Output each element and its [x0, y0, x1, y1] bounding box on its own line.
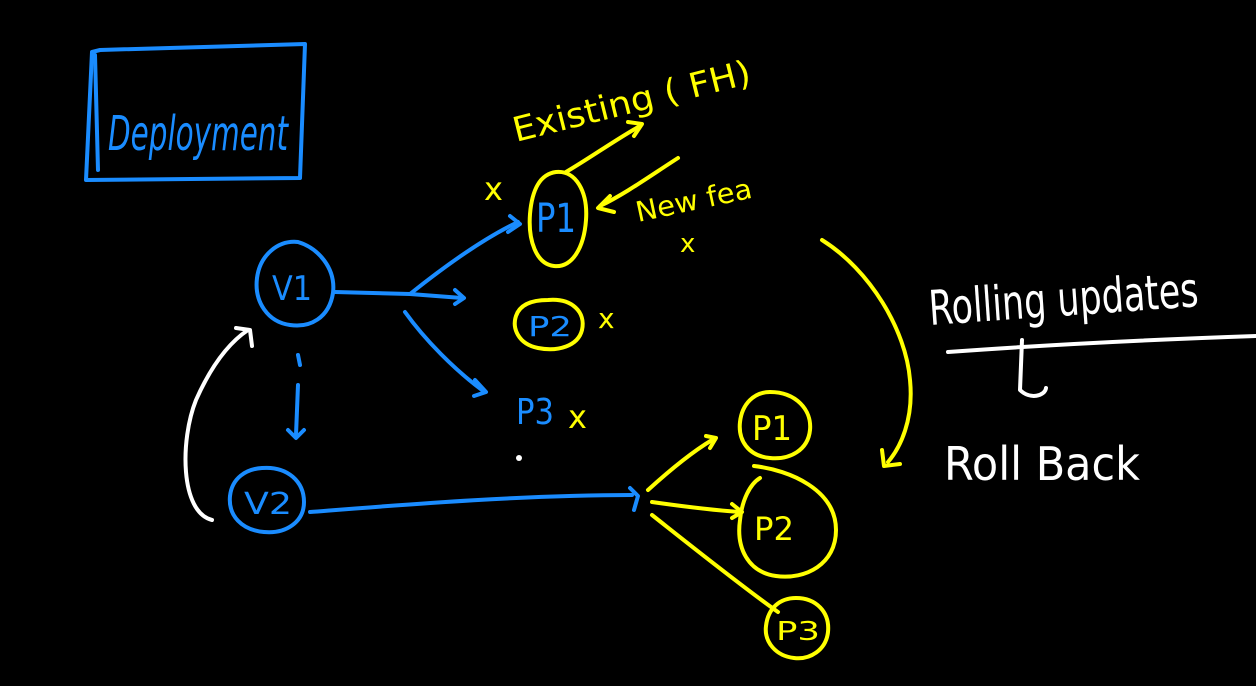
deployment-title-box: Deployment — [84, 42, 307, 182]
v1-to-v2-arrow — [286, 353, 306, 440]
rollback-curve — [183, 326, 254, 522]
v2-pod-p2: P2 — [737, 464, 838, 579]
v1-v2-dash — [296, 353, 302, 367]
v1-pod-p3-label: P3 — [516, 392, 554, 433]
v1-pod-p3: P3 — [516, 392, 554, 461]
v1-v2-line — [294, 383, 300, 437]
rolling-curve-line — [820, 238, 913, 464]
v2-label: V2 — [244, 487, 292, 522]
v1-to-p3-arrow — [403, 310, 484, 392]
rolling-curve — [820, 238, 913, 468]
new-fea-label: New fea — [633, 172, 755, 229]
v1-pod-p2: P2 — [512, 297, 585, 352]
v2-to-p1-arrow — [646, 438, 714, 492]
v2-node: V2 — [227, 465, 306, 535]
v1-branches — [333, 214, 522, 398]
p3-cross-mark: x — [568, 398, 587, 436]
rolling-updates-note: Rolling updates — [927, 262, 1256, 398]
v2-pod-p1-label: P1 — [752, 409, 792, 449]
whiteboard-canvas: .b { stroke: #1a8cff; fill: none; stroke… — [0, 0, 1256, 686]
deployment-title: Deployment — [108, 106, 289, 162]
roll-back-text: Roll Back — [944, 437, 1140, 491]
title-box-inner-stroke — [93, 53, 100, 172]
v1-pod-p1: P1 — [527, 169, 589, 269]
v2-pod-p3: P3 — [763, 596, 831, 661]
v1-node: V1 — [254, 239, 336, 328]
p2-cross-mark: x — [598, 302, 615, 335]
v1-pod-p2-label: P2 — [528, 310, 572, 343]
existing-annotation: Existing ( FH) — [509, 53, 755, 174]
v2-pod-p2-label: P2 — [754, 510, 794, 548]
v1-to-p2-arrow — [408, 292, 464, 300]
rollback-curve-line — [183, 328, 250, 522]
v2-to-p2-arrow — [650, 500, 742, 514]
diagram-svg: .b { stroke: #1a8cff; fill: none; stroke… — [84, 42, 1256, 661]
v2-branch — [308, 486, 640, 514]
v2-pod-p3-label: P3 — [776, 617, 820, 647]
v2-pod-p1: P1 — [737, 390, 813, 461]
v2-to-pods-arrow — [308, 493, 634, 514]
v1-pod-p1-label: P1 — [536, 196, 576, 242]
v1-to-p1-arrow — [333, 220, 520, 296]
v1-to-p3-arrowhead — [472, 378, 488, 398]
rolling-updates-text: Rolling updates — [927, 262, 1200, 337]
new-fea-cross-mark: x — [680, 229, 695, 259]
new-feature-annotation: New fea x — [596, 156, 755, 259]
v2-to-pods-arrowhead — [628, 486, 640, 512]
v1-pod-p3-dot — [516, 455, 522, 461]
roll-back-note: Roll Back — [944, 437, 1140, 491]
existing-label: Existing ( FH) — [509, 53, 755, 151]
v1-label: V1 — [272, 269, 312, 309]
p1-cross-mark: x — [484, 170, 503, 208]
rolling-updates-underline — [946, 334, 1256, 354]
